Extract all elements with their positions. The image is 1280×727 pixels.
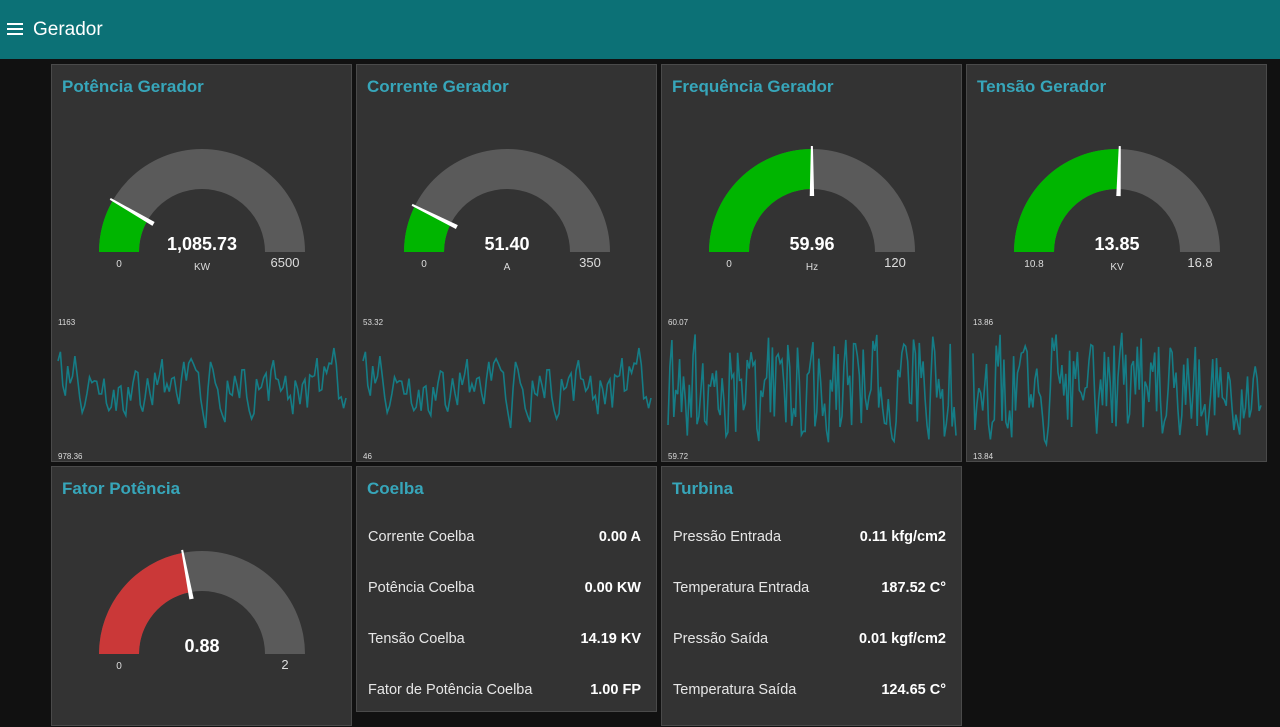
chart-ymin-label: 46: [363, 452, 372, 461]
card-title: Coelba: [367, 479, 424, 498]
row-value: 124.65 C°: [881, 682, 946, 698]
row-value: 187.52 C°: [881, 580, 946, 596]
text-row: Temperatura Entrada 187.52 C°: [673, 580, 946, 600]
text-row: Temperatura Saída 124.65 C°: [673, 682, 946, 702]
row-label: Fator de Potência Coelba: [368, 682, 533, 698]
gauge-value: 59.96: [789, 234, 834, 254]
turbina-card: Turbina Pressão Entrada 0.11 kfg/cm2 Temp…: [661, 466, 962, 726]
corrente-widgets: 51.40 A 0 350 53.32 46: [362, 149, 652, 461]
row-value: 0.00 KW: [584, 580, 641, 596]
gauge-min-label: 0: [421, 259, 427, 270]
gauge-max-label: 350: [579, 255, 601, 270]
gauge-value: 13.85: [1094, 234, 1139, 254]
gauge-min-label: 0: [116, 661, 122, 672]
row-label: Temperatura Entrada: [673, 580, 810, 596]
row-value: 0.01 kgf/cm2: [858, 631, 946, 647]
row-value: 1.00 FP: [590, 682, 641, 698]
chart-ymax-label: 53.32: [363, 318, 384, 327]
potencia-card: Potência Gerador 1,085.73 KW 0 6500 1163 978…: [51, 64, 352, 462]
fator-card: Fator Potência 0.88 0 2: [51, 466, 352, 726]
tensao-gauge: 13.85 KV 10.8 16.8: [1014, 146, 1220, 273]
menu-icon[interactable]: [7, 23, 23, 36]
row-label: Pressão Saída: [673, 631, 769, 647]
gauge-max-label: 6500: [271, 255, 300, 270]
corrente-gauge: 51.40 A 0 350: [404, 149, 610, 273]
corrente-chart: 53.32 46: [362, 318, 652, 461]
corrente-card: Corrente Gerador 51.40 A 0 350 53.32 46: [356, 64, 657, 462]
gauge-value: 51.40: [484, 234, 529, 254]
chart-line: [972, 332, 1262, 448]
gauge-units: KW: [194, 262, 211, 273]
tensao-chart: 13.86 13.84: [972, 318, 1262, 461]
text-row: Pressão Saída 0.01 kgf/cm2: [673, 631, 946, 651]
gauge-min-label: 10.8: [1024, 259, 1044, 270]
text-row: Tensão Coelba 14.19 KV: [368, 631, 641, 651]
row-value: 14.19 KV: [580, 631, 641, 647]
text-row: Pressão Entrada 0.11 kfg/cm2: [673, 529, 946, 549]
app-header: Gerador: [0, 0, 1280, 59]
chart-line: [57, 347, 347, 429]
gauge-value: 1,085.73: [167, 234, 237, 254]
chart-ymin-label: 13.84: [973, 452, 994, 461]
gauge-min-label: 0: [116, 259, 122, 270]
chart-ymax-label: 60.07: [668, 318, 689, 327]
row-label: Potência Coelba: [368, 580, 475, 596]
row-value: 0.11 kfg/cm2: [859, 529, 946, 545]
potencia-chart: 1163 978.36: [57, 318, 347, 461]
row-label: Temperatura Saída: [673, 682, 797, 698]
potencia-widgets: 1,085.73 KW 0 6500 1163 978.36: [57, 149, 347, 461]
gauge-max-label: 2: [281, 657, 288, 672]
chart-ymin-label: 59.72: [668, 452, 689, 461]
chart-ymax-label: 13.86: [973, 318, 994, 327]
app-title: Gerador: [33, 19, 103, 40]
card-title: Turbina: [672, 479, 734, 498]
row-label: Corrente Coelba: [368, 529, 475, 545]
gauge-min-label: 0: [726, 259, 732, 270]
chart-line: [362, 347, 652, 429]
text-row: Fator de Potência Coelba 1.00 FP: [368, 682, 641, 702]
gauge-units: KV: [1110, 262, 1124, 273]
potencia-gauge: 1,085.73 KW 0 6500: [99, 149, 305, 273]
chart-ymin-label: 978.36: [58, 452, 83, 461]
gauge-units: Hz: [806, 262, 818, 273]
row-label: Pressão Entrada: [673, 529, 782, 545]
fator-gauge: 0.88 0 2: [99, 549, 305, 672]
gauge-value: 0.88: [184, 636, 219, 656]
gauge-max-label: 120: [884, 255, 906, 270]
tensao-widgets: 13.85 KV 10.8 16.8 13.86 13.84: [972, 146, 1262, 461]
fator-widgets: 0.88 0 2: [99, 549, 305, 672]
text-row: Corrente Coelba 0.00 A: [368, 529, 641, 549]
gauge-max-label: 16.8: [1187, 255, 1212, 270]
gauge-units: A: [504, 262, 511, 273]
frequencia-chart: 60.07 59.72: [667, 318, 957, 461]
gauge-fill: [99, 552, 191, 654]
tensao-card: Tensão Gerador 13.85 KV 10.8 16.8 13.86 13.8…: [966, 64, 1267, 462]
coelba-card: Coelba Corrente Coelba 0.00 A Potência Co…: [356, 466, 657, 712]
frequencia-widgets: 59.96 Hz 0 120 60.07 59.72: [667, 145, 957, 461]
row-value: 0.00 A: [598, 529, 641, 545]
text-row: Potência Coelba 0.00 KW: [368, 580, 641, 600]
frequencia-gauge: 59.96 Hz 0 120: [709, 145, 915, 273]
chart-ymax-label: 1163: [58, 318, 76, 327]
frequencia-card: Frequência Gerador 59.96 Hz 0 120 60.07 59.7…: [661, 64, 962, 462]
row-label: Tensão Coelba: [368, 631, 465, 647]
chart-line: [667, 334, 957, 444]
